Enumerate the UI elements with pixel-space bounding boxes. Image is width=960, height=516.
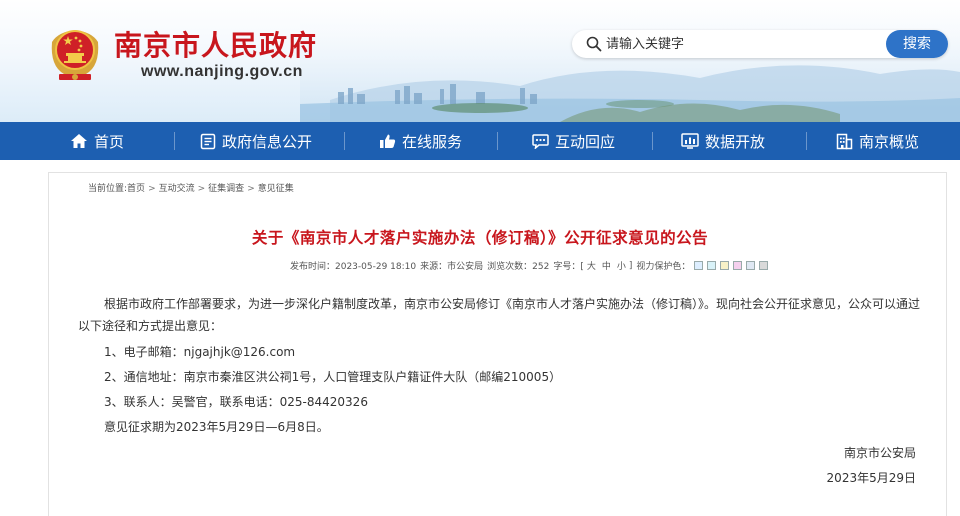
nav-divider [344,132,345,150]
nav-item-online-service[interactable]: 在线服务 [379,122,462,160]
nav-item-home[interactable]: 首页 [70,122,124,160]
font-size-medium[interactable]: 中 [602,259,611,272]
eye-care-swatch[interactable] [707,261,717,270]
site-url[interactable]: www.nanjing.gov.cn [141,63,303,81]
nav-divider [497,132,498,150]
national-emblem-logo [51,30,99,80]
article-paragraph: 根据市政府工作部署要求，为进一步深化户籍制度改革，南京市公安局修订《南京市人才落… [78,297,921,333]
breadcrumb-interaction[interactable]: 互动交流 [159,184,195,194]
search-input[interactable] [606,33,876,55]
nav-divider [806,132,807,150]
thumbs-up-icon [380,134,396,148]
search-icon [586,36,602,52]
breadcrumb-prefix: 当前位置: [88,184,128,194]
eye-care-swatch[interactable] [746,261,756,270]
font-size-large[interactable]: 大 [587,259,596,272]
header-banner: 南京市人民政府 www.nanjing.gov.cn 搜索 [0,0,960,122]
article-source: 来源：市公安局 [420,262,484,272]
comment-period-line: 意见征求期为2023年5月29日—6月8日。 [104,420,329,434]
nav-item-label: 政府信息公开 [222,132,313,151]
home-icon [71,134,87,148]
eye-care-swatch[interactable] [694,261,704,270]
nav-item-label: 南京概览 [859,132,920,151]
nav-item-label: 互动回应 [555,132,616,151]
view-count: 浏览次数：252 [487,262,550,272]
nav-divider [174,132,175,150]
document-icon [200,133,216,149]
breadcrumb-separator: > [247,184,255,194]
breadcrumb-separator: > [197,184,206,194]
nav-item-label: 数据开放 [705,132,766,151]
breadcrumb: 当前位置:首页 > 互动交流 > 征集调查 > 意见征集 [88,181,294,194]
publish-time: 发布时间：2023-05-29 18:10 [290,262,417,272]
search-button[interactable]: 搜索 [886,30,948,58]
chart-icon [681,133,699,149]
building-icon [836,133,853,149]
nav-item-interaction[interactable]: 互动回应 [532,122,615,160]
breadcrumb-survey[interactable]: 征集调查 [208,184,244,194]
nav-item-data-open[interactable]: 数据开放 [681,122,765,160]
eye-care-swatch[interactable] [733,261,743,270]
main-nav: 首页 政府信息公开 在线服务 互动回应 数据开放 南京概览 [0,122,960,160]
eye-care-swatch[interactable] [720,261,730,270]
font-size-small[interactable]: 小 [617,259,626,272]
nav-item-label: 首页 [94,132,125,151]
nav-divider [652,132,653,150]
breadcrumb-separator: > [148,184,156,194]
nav-item-label: 在线服务 [402,132,463,151]
contact-email-line: 1、电子邮箱：njgajhjk@126.com [104,345,296,359]
signature-date: 2023年5月29日 [826,471,916,485]
eye-care-swatch[interactable] [759,261,769,270]
article-title: 关于《南京市人才落户实施办法（修订稿）》公开征求意见的公告 [251,228,709,247]
article-meta: 发布时间：2023-05-29 18:10 来源：市公安局 浏览次数：252 字… [290,259,769,272]
eye-care-label: 视力保护色： [636,262,691,272]
signature-organization: 南京市公安局 [843,446,916,460]
contact-person-line: 3、联系人：吴警官，联系电话：025-84420326 [104,395,368,409]
contact-address-line: 2、通信地址：南京市秦淮区洪公祠1号，人口管理支队户籍证件大队（邮编210005… [104,370,562,384]
site-title[interactable]: 南京市人民政府 [114,24,317,64]
font-size-label: 字号：[ [553,262,584,272]
breadcrumb-home[interactable]: 首页 [127,184,145,194]
nav-item-gov-info[interactable]: 政府信息公开 [200,122,312,160]
nav-item-nanjing-overview[interactable]: 南京概览 [836,122,919,160]
breadcrumb-opinion[interactable]: 意见征集 [258,184,294,194]
font-size-bracket-end: ] [628,260,633,271]
chat-icon [532,134,549,149]
